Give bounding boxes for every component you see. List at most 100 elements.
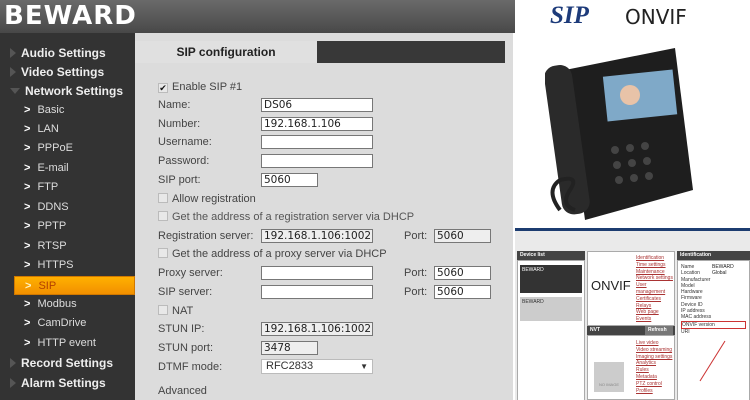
device-list-header: Device list (517, 251, 585, 260)
promo-image-area: SIP ONVIF Device list BEWARD BEWARD ONVI… (515, 0, 750, 400)
checkbox-label: Get the address of a proxy server via DH… (172, 248, 387, 260)
chevron-right-icon: > (24, 162, 31, 174)
item-label: RTSP (37, 240, 67, 252)
password-label: Password: (158, 155, 210, 167)
device-item[interactable]: BEWARD (520, 265, 582, 293)
sidebar-item-email[interactable]: > E-mail (0, 159, 135, 178)
sidebar-item-https[interactable]: > HTTPS (0, 256, 135, 275)
section-label: Network Settings (25, 84, 124, 98)
sidebar-item-rtsp[interactable]: > RTSP (0, 237, 135, 256)
stun-ip-label: STUN IP: (158, 323, 205, 335)
checkbox-label: Allow registration (172, 193, 256, 205)
advanced-link[interactable]: Advanced (158, 385, 207, 397)
sidebar-item-basic[interactable]: > Basic (0, 101, 135, 120)
triangle-right-icon (10, 358, 16, 368)
device-links: Identification Time settings Maintenance… (636, 255, 674, 323)
sidebar-section-network[interactable]: Network Settings (10, 84, 123, 98)
sidebar-section-video[interactable]: Video Settings (10, 65, 104, 79)
stun-port-input[interactable]: 3478 (261, 341, 318, 355)
registration-server-input[interactable]: 192.168.1.106:1002 (261, 229, 373, 243)
proxy-server-input[interactable] (261, 266, 373, 280)
section-label: Record Settings (21, 356, 114, 370)
sidebar-item-sip[interactable]: > SIP (14, 276, 135, 295)
sip-config-panel: SIP configuration ✔ Enable SIP #1 Name: D… (135, 33, 513, 400)
sidebar-section-record[interactable]: Record Settings (10, 356, 113, 370)
chevron-right-icon: > (24, 220, 31, 232)
sip-server-port-input[interactable]: 5060 (434, 285, 491, 299)
sidebar-item-ddns[interactable]: > DDNS (0, 198, 135, 217)
sidebar-item-http-event[interactable]: > HTTP event (0, 334, 135, 353)
password-input[interactable] (261, 154, 373, 168)
link[interactable]: Web page (636, 309, 674, 316)
link[interactable]: Rules (636, 367, 672, 374)
name-input[interactable]: DS06 (261, 98, 373, 112)
no-image-placeholder: NO IMAGE (594, 362, 624, 392)
field: URI (681, 328, 690, 335)
nat-checkbox[interactable]: NAT (158, 305, 193, 317)
identification-header: Identification (677, 251, 750, 260)
link[interactable]: Live video (636, 340, 672, 347)
chevron-right-icon: > (24, 298, 31, 310)
section-label: Audio Settings (21, 46, 106, 60)
item-label: E-mail (37, 162, 69, 174)
checkmark-icon: ✔ (158, 83, 168, 93)
link[interactable]: Events (636, 316, 674, 323)
link[interactable]: Relays (636, 303, 674, 310)
device-item[interactable]: BEWARD (520, 297, 582, 321)
registration-dhcp-checkbox[interactable]: Get the address of a registration server… (158, 211, 414, 223)
sip-server-label: SIP server: (158, 286, 213, 298)
sidebar-item-ftp[interactable]: > FTP (0, 178, 135, 197)
checkbox-box (158, 248, 168, 258)
sidebar: Audio Settings Video Settings Network Se… (0, 33, 135, 400)
sidebar-section-audio[interactable]: Audio Settings (10, 46, 106, 60)
proxy-server-label: Proxy server: (158, 267, 223, 279)
chevron-right-icon: > (24, 104, 31, 116)
link[interactable]: Metadata (636, 374, 672, 381)
tab-sip-configuration[interactable]: SIP configuration (135, 41, 317, 63)
select-value: RFC2833 (266, 360, 314, 372)
dropdown-arrow-icon: ▼ (360, 362, 368, 371)
username-input[interactable] (261, 135, 373, 149)
beward-logo: BEWARD (4, 1, 137, 31)
link[interactable]: User management (636, 282, 674, 296)
proxy-dhcp-checkbox[interactable]: Get the address of a proxy server via DH… (158, 248, 387, 260)
number-input[interactable]: 192.168.1.106 (261, 117, 373, 131)
sidebar-item-camdrive[interactable]: > CamDrive (0, 314, 135, 333)
item-label: FTP (37, 181, 59, 193)
section-label: Video Settings (21, 65, 105, 79)
sidebar-item-lan[interactable]: > LAN (0, 120, 135, 139)
link[interactable]: Analytics (636, 360, 672, 367)
stun-ip-input[interactable]: 192.168.1.106:1002 (261, 322, 373, 336)
sidebar-item-pppoe[interactable]: > PPPoE (0, 139, 135, 158)
onvif-logo: ONVIF (625, 5, 687, 29)
link[interactable]: Profiles (636, 388, 672, 395)
link[interactable]: Time settings (636, 262, 674, 269)
field-highlighted: ONVIF version (681, 320, 746, 329)
sidebar-item-pptp[interactable]: > PPTP (0, 217, 135, 236)
enable-sip-checkbox[interactable]: ✔ Enable SIP #1 (158, 81, 242, 93)
registration-port-input[interactable]: 5060 (434, 229, 491, 243)
link[interactable]: Imaging settings (636, 354, 672, 361)
link[interactable]: Maintenance (636, 269, 674, 276)
allow-registration-checkbox[interactable]: Allow registration (158, 193, 256, 205)
link[interactable]: Certificates (636, 296, 674, 303)
link[interactable]: Video streaming (636, 347, 672, 354)
sip-port-input[interactable]: 5060 (261, 173, 318, 187)
dtmf-mode-select[interactable]: RFC2833 ▼ (261, 359, 373, 374)
item-label: CamDrive (37, 317, 87, 329)
triangle-right-icon (10, 378, 16, 388)
refresh-button[interactable]: Refresh (645, 326, 673, 335)
proxy-port-input[interactable]: 5060 (434, 266, 491, 280)
item-label: DDNS (37, 201, 69, 213)
chevron-right-icon: > (24, 259, 31, 271)
item-label: Basic (37, 104, 65, 116)
link[interactable]: Network settings (636, 275, 674, 282)
port-label: Port: (404, 286, 428, 298)
link[interactable]: PTZ control (636, 381, 672, 388)
sip-server-input[interactable] (261, 285, 373, 299)
item-label: PPPoE (37, 142, 73, 154)
sidebar-section-alarm[interactable]: Alarm Settings (10, 376, 106, 390)
link[interactable]: Identification (636, 255, 674, 262)
dtmf-mode-label: DTMF mode: (158, 361, 223, 373)
sidebar-item-modbus[interactable]: > Modbus (0, 295, 135, 314)
